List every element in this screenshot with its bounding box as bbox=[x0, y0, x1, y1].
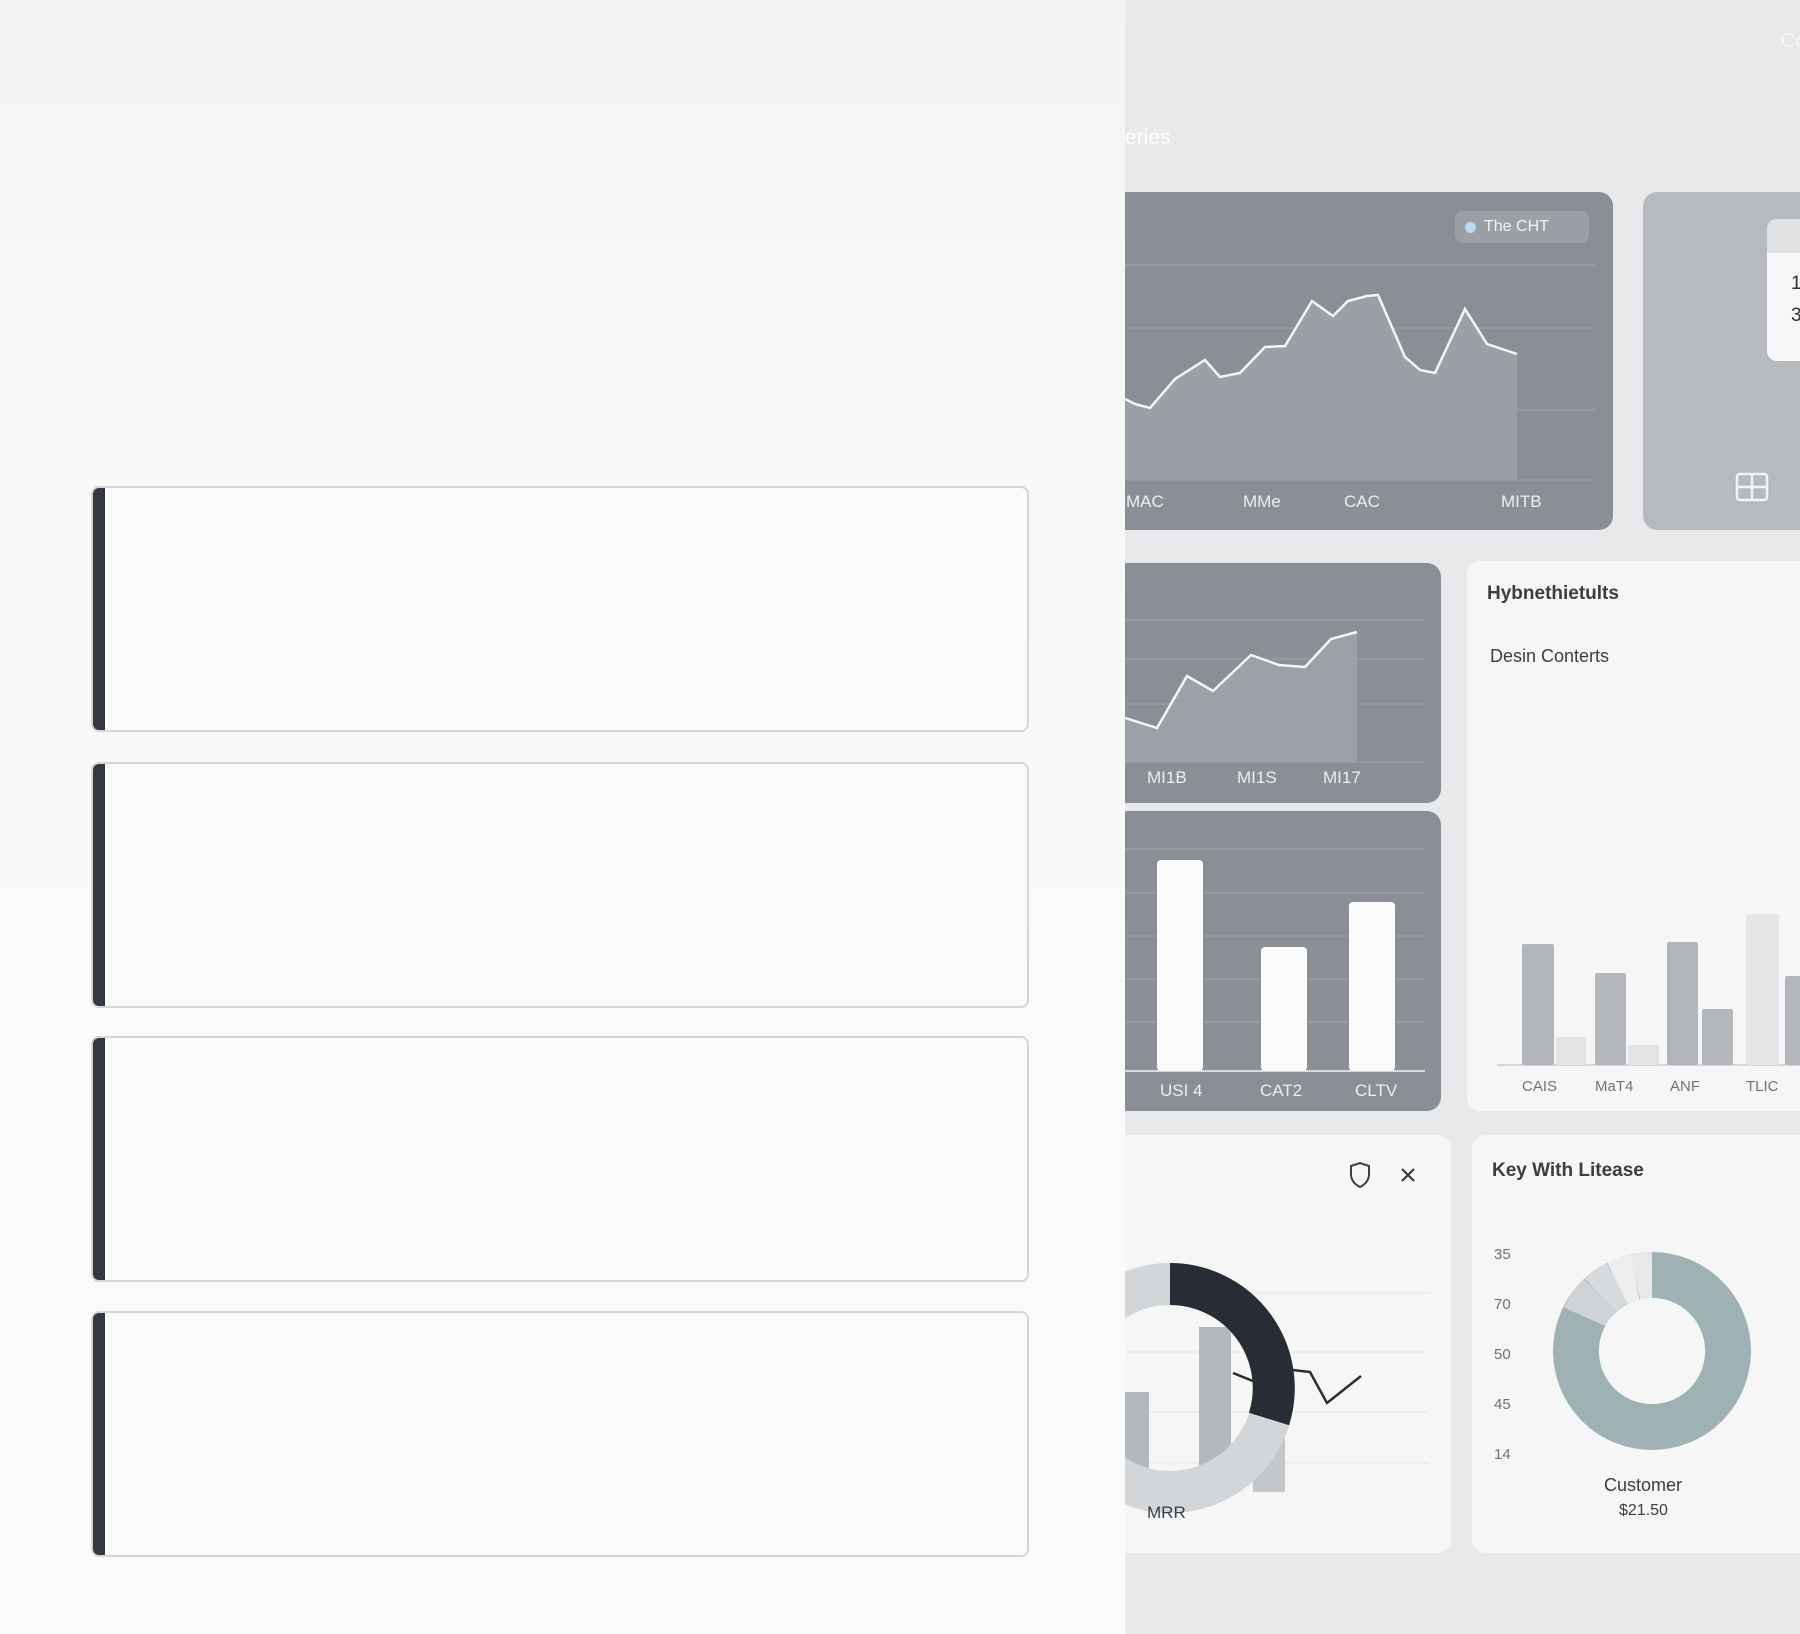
x-label: ANF bbox=[1670, 1078, 1700, 1095]
x-label: CAIS bbox=[1522, 1078, 1558, 1095]
content-card-1[interactable] bbox=[91, 486, 1029, 732]
card-accent-bar bbox=[93, 764, 105, 1006]
x-label: MI1B bbox=[1147, 768, 1187, 787]
mini-value: 3 bbox=[1791, 305, 1800, 326]
bar[interactable] bbox=[1261, 947, 1307, 1071]
bar[interactable] bbox=[1595, 973, 1626, 1065]
x-label: MAC bbox=[1126, 492, 1164, 511]
bar[interactable] bbox=[1746, 914, 1779, 1065]
x-label: TLIC bbox=[1746, 1078, 1779, 1095]
header-fragment: Co bbox=[1781, 30, 1800, 52]
section-title-fragment: eries bbox=[1125, 126, 1171, 149]
card-accent-bar bbox=[93, 1038, 105, 1280]
x-label: MI17 bbox=[1323, 768, 1361, 787]
mid-line-chart bbox=[1125, 619, 1425, 763]
bar[interactable] bbox=[1702, 1009, 1733, 1065]
content-card-3[interactable] bbox=[91, 1036, 1029, 1282]
bar[interactable] bbox=[1628, 1045, 1659, 1065]
bar[interactable] bbox=[1785, 976, 1800, 1065]
content-card-2[interactable] bbox=[91, 762, 1029, 1008]
mini-card-header bbox=[1767, 219, 1800, 253]
x-label: USI 4 bbox=[1160, 1081, 1203, 1100]
hybrid-bar-panel: Hybnethietults Desin Conterts CAIS MaT4 … bbox=[1467, 561, 1800, 1111]
hybrid-bar-chart bbox=[1497, 914, 1800, 1066]
x-label: MI1S bbox=[1237, 768, 1277, 787]
top-line-chart-panel: The CHT MAC MMe CAC MITB bbox=[1125, 192, 1613, 530]
mini-value: 1 bbox=[1791, 273, 1800, 294]
mini-stat-panel: 1 3 bbox=[1643, 192, 1800, 530]
bar[interactable] bbox=[1556, 1037, 1586, 1065]
mrr-donut-panel: MRR bbox=[1125, 1135, 1451, 1553]
donut-label: Customer bbox=[1604, 1475, 1683, 1495]
key-donut-panel: Key With Litease 35 70 50 45 14 Customer… bbox=[1472, 1135, 1800, 1553]
x-label: MMe bbox=[1243, 492, 1281, 511]
legend-dot-icon bbox=[1465, 221, 1476, 233]
x-label: CAC bbox=[1344, 492, 1380, 511]
mrr-donut-chart bbox=[1125, 1263, 1429, 1513]
mid-line-chart-panel: MI1B MI1S MI17 bbox=[1125, 563, 1441, 803]
bar[interactable] bbox=[1157, 860, 1203, 1071]
donut-value: $21.50 bbox=[1619, 1502, 1668, 1519]
grid-icon[interactable] bbox=[1735, 472, 1775, 508]
chart-legend[interactable]: The CHT bbox=[1455, 211, 1589, 243]
content-card-4[interactable] bbox=[91, 1311, 1029, 1557]
bar-chart-panel: USI 4 CAT2 CLTV bbox=[1125, 811, 1441, 1111]
card-accent-bar bbox=[93, 1313, 105, 1555]
x-label: CAT2 bbox=[1260, 1081, 1303, 1100]
mini-stat-card[interactable]: 1 3 bbox=[1767, 219, 1800, 361]
bar-chart bbox=[1125, 848, 1425, 1072]
legend-label: The CHT bbox=[1484, 218, 1549, 235]
bar[interactable] bbox=[1349, 902, 1395, 1071]
mrr-label: MRR bbox=[1147, 1503, 1186, 1522]
x-label: CLTV bbox=[1355, 1081, 1398, 1100]
card-accent-bar bbox=[93, 488, 105, 730]
bar[interactable] bbox=[1667, 942, 1698, 1065]
left-pane bbox=[0, 0, 1125, 1634]
bar[interactable] bbox=[1522, 944, 1554, 1065]
dashboard-pane: Co eries The CHT MAC MMe CAC MITB 1 3 bbox=[1125, 0, 1800, 1634]
x-label: MaT4 bbox=[1595, 1078, 1634, 1095]
x-label: MITB bbox=[1501, 492, 1542, 511]
